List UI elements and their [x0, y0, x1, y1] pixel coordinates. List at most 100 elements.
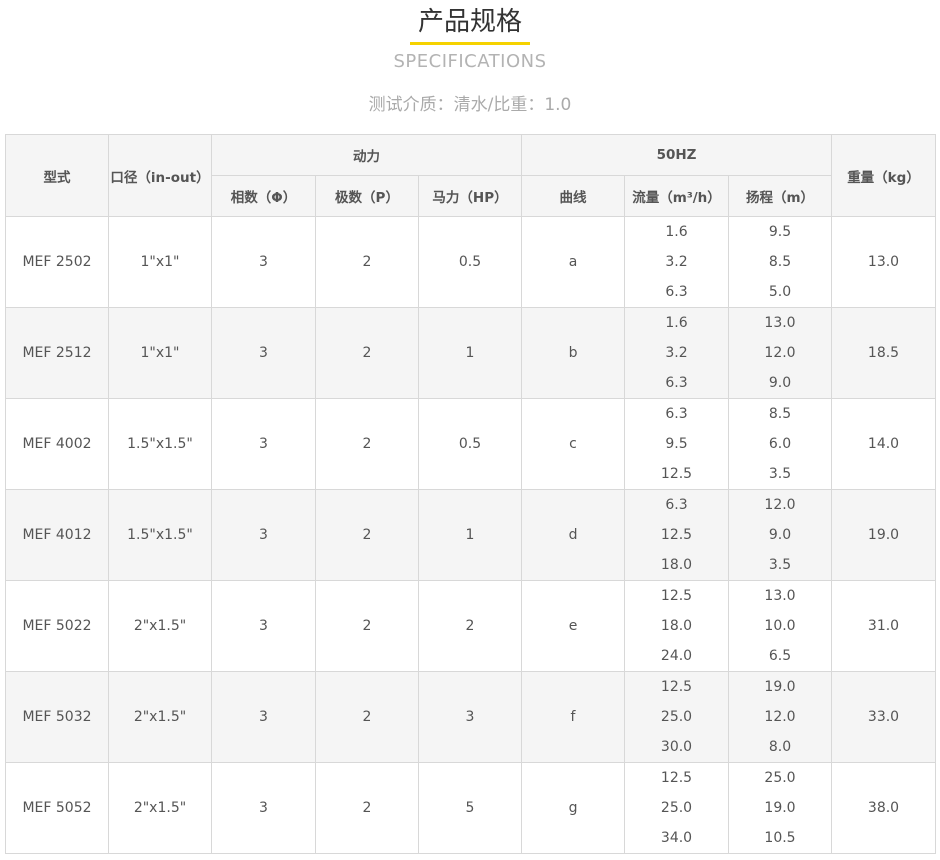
weight-cell: 31.0 [831, 580, 937, 672]
phase-cell: 3 [211, 216, 316, 308]
weight-cell: 18.5 [831, 307, 937, 399]
header-hp: 马力（HP） [417, 175, 523, 217]
table-row: MEF 2502 1"x1" 3 2 0.5 a 1.6 3.2 6.3 9.5 8.5 5.0 13.… [5, 216, 937, 308]
head-cell-value: 13.0 [764, 588, 796, 604]
flow-cell-value: 12.5 [660, 527, 693, 543]
table-row: MEF 4002 1.5"x1.5" 3 2 0.5 c 6.3 9.5 12.5 8.5 6.0 3… [5, 398, 937, 490]
port-cell: 1"x1" [108, 216, 212, 308]
flow-cell: 6.3 9.5 12.5 [624, 398, 730, 490]
flow-cell-value: 1.6 [665, 315, 688, 331]
poles-cell: 2 [315, 489, 419, 581]
head-cell: 13.0 10.0 6.5 [728, 580, 833, 672]
hp-cell: 3 [417, 671, 523, 763]
head-cell: 12.0 9.0 3.5 [728, 489, 833, 581]
port-cell: 2"x1.5" [108, 671, 212, 763]
phase-cell: 3 [211, 580, 316, 672]
weight-cell: 14.0 [831, 398, 937, 490]
weight-cell: 19.0 [831, 489, 937, 581]
head-cell: 8.5 6.0 3.5 [728, 398, 833, 490]
flow-cell-value: 6.3 [665, 406, 688, 422]
page-subtitle: SPECIFICATIONS [393, 51, 547, 72]
flow-cell: 12.5 25.0 30.0 [624, 671, 730, 763]
flow-cell: 6.3 12.5 18.0 [624, 489, 730, 581]
table-header-row: 型式 口径（in-out） 动力 50HZ 重量（kg） [5, 134, 937, 217]
port-cell: 1"x1" [108, 307, 212, 399]
table-row: MEF 5022 2"x1.5" 3 2 2 e 12.5 18.0 24.0 13.0 10.0 6… [5, 580, 937, 672]
model-cell: MEF 5052 [5, 762, 109, 854]
phase-cell: 3 [211, 307, 316, 399]
head-cell-value: 10.0 [764, 618, 796, 634]
head-cell-value: 12.0 [764, 345, 796, 361]
head-cell-value: 9.5 [768, 224, 792, 240]
phase-cell: 3 [211, 398, 316, 490]
head-cell: 25.0 19.0 10.5 [728, 762, 833, 854]
header-flow: 流量（m³/h） [624, 175, 730, 217]
flow-cell: 1.6 3.2 6.3 [624, 307, 730, 399]
phase-cell: 3 [211, 671, 316, 763]
hp-cell: 0.5 [417, 398, 523, 490]
table-row: MEF 4012 1.5"x1.5" 3 2 1 d 6.3 12.5 18.0 12.0 9.0 3… [5, 489, 937, 581]
head-cell-value: 8.5 [768, 406, 792, 422]
poles-cell: 2 [315, 398, 419, 490]
head-cell-value: 12.0 [764, 497, 796, 513]
head-cell: 19.0 12.0 8.0 [728, 671, 833, 763]
header-model: 型式 [5, 134, 109, 217]
model-cell: MEF 4012 [5, 489, 109, 581]
poles-cell: 2 [315, 762, 419, 854]
flow-cell-value: 12.5 [660, 466, 693, 482]
model-cell: MEF 5022 [5, 580, 109, 672]
header-power: 动力 [210, 134, 523, 176]
curve-cell: c [521, 398, 626, 490]
header-head: 扬程（m） [728, 175, 833, 217]
head-cell-value: 13.0 [764, 315, 796, 331]
table-row: MEF 5052 2"x1.5" 3 2 5 g 12.5 25.0 34.0 25.0 19.0 1… [5, 762, 937, 854]
head-cell-value: 19.0 [764, 800, 796, 816]
flow-cell-value: 3.2 [665, 345, 688, 361]
flow-cell-value: 24.0 [660, 648, 693, 664]
flow-cell-value: 6.3 [665, 284, 688, 300]
curve-cell: f [521, 671, 626, 763]
header-poles: 极数（P） [315, 175, 419, 217]
poles-cell: 2 [315, 216, 419, 308]
head-cell-value: 8.5 [768, 254, 792, 270]
phase-cell: 3 [211, 489, 316, 581]
head-cell-value: 12.0 [764, 709, 796, 725]
flow-cell-value: 9.5 [665, 436, 688, 452]
test-medium-note: 测试介质：清水/比重：1.0 [368, 95, 572, 115]
poles-cell: 2 [315, 580, 419, 672]
flow-cell-value: 12.5 [660, 770, 693, 786]
port-cell: 1.5"x1.5" [108, 489, 212, 581]
header-port: 口径（in-out） [108, 134, 212, 217]
flow-cell-value: 3.2 [665, 254, 688, 270]
hp-cell: 1 [417, 307, 523, 399]
model-cell: MEF 4002 [5, 398, 109, 490]
head-cell-value: 6.5 [768, 648, 792, 664]
head-cell-value: 9.0 [768, 375, 792, 391]
flow-cell-value: 18.0 [660, 557, 693, 573]
port-cell: 2"x1.5" [108, 762, 212, 854]
flow-cell-value: 34.0 [660, 830, 693, 846]
hp-cell: 2 [417, 580, 523, 672]
head-cell-value: 3.5 [768, 466, 792, 482]
phase-cell: 3 [211, 762, 316, 854]
weight-cell: 13.0 [831, 216, 937, 308]
model-cell: MEF 2502 [5, 216, 109, 308]
flow-cell-value: 6.3 [665, 497, 688, 513]
head-cell-value: 5.0 [768, 284, 792, 300]
curve-cell: d [521, 489, 626, 581]
table-row: MEF 5032 2"x1.5" 3 2 3 f 12.5 25.0 30.0 19.0 12.0 8… [5, 671, 937, 763]
flow-cell-value: 25.0 [660, 709, 693, 725]
head-cell-value: 19.0 [764, 679, 796, 695]
poles-cell: 2 [315, 671, 419, 763]
weight-cell: 33.0 [831, 671, 937, 763]
flow-cell-value: 6.3 [665, 375, 688, 391]
flow-cell-value: 12.5 [660, 679, 693, 695]
head-cell-value: 3.5 [768, 557, 792, 573]
head-cell-value: 10.5 [764, 830, 796, 846]
head-cell-value: 9.0 [768, 527, 792, 543]
head-cell: 9.5 8.5 5.0 [728, 216, 833, 308]
spec-table: 型式 口径（in-out） 动力 50HZ 重量（kg） 相数（Φ） 极数（P）… [5, 134, 937, 854]
port-cell: 2"x1.5" [108, 580, 212, 672]
head-cell-value: 8.0 [768, 739, 792, 755]
flow-cell: 12.5 18.0 24.0 [624, 580, 730, 672]
